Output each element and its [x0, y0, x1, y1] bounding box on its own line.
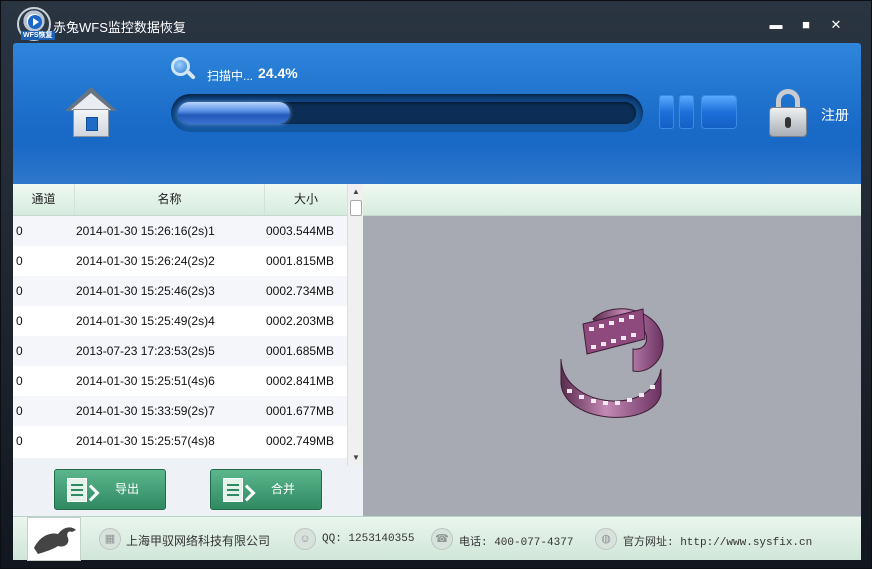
- table-row[interactable]: 0 2014-01-30 15:33:59(2s)7 0001.677MB: [13, 396, 347, 426]
- company-logo: [27, 517, 81, 561]
- table-row[interactable]: 0 2014-01-30 15:26:16(2s)1 0003.544MB: [13, 216, 347, 246]
- building-icon: ▦: [99, 528, 121, 550]
- lock-keyhole: [785, 117, 791, 128]
- cell-size: 0002.841MB: [266, 374, 335, 388]
- table-row[interactable]: 0 2014-01-30 15:25:51(4s)6 0002.841MB: [13, 366, 347, 396]
- video-preview-pane: [363, 184, 861, 516]
- stop-button[interactable]: [701, 95, 737, 129]
- column-header-channel[interactable]: 通道: [13, 184, 75, 215]
- minimize-button[interactable]: ▬: [766, 15, 786, 35]
- preview-header-strip: [363, 184, 861, 216]
- cell-channel: 0: [16, 404, 23, 418]
- cell-size: 0002.734MB: [266, 284, 335, 298]
- magnifier-handle: [186, 70, 196, 80]
- search-icon: [171, 57, 196, 81]
- phone-number: 电话: 400-077-4377: [459, 537, 574, 549]
- merge-button[interactable]: 合并: [210, 469, 322, 510]
- table-row[interactable]: 0 2014-01-30 15:25:46(2s)3 0002.734MB: [13, 276, 347, 306]
- horse-logo-icon: [34, 527, 76, 554]
- cell-name: 2014-01-30 15:25:49(2s)4: [76, 314, 215, 328]
- header-panel: 扫描中... 24.4% 注册: [13, 43, 861, 184]
- home-door: [86, 117, 98, 131]
- close-button[interactable]: ✕: [826, 15, 846, 35]
- cell-channel: 0: [16, 374, 23, 388]
- website-link[interactable]: 官方网址: http://www.sysfix.cn: [623, 533, 812, 549]
- export-button[interactable]: 导出: [54, 469, 166, 510]
- qq-number: QQ: 1253140355: [322, 533, 415, 545]
- pause-icon-right: [679, 95, 694, 129]
- cell-channel: 0: [16, 434, 23, 448]
- merge-icon: [223, 478, 256, 502]
- cell-name: 2014-01-30 15:25:51(4s)6: [76, 374, 215, 388]
- list-header: 通道 名称 大小: [13, 184, 347, 216]
- phone-icon: ☎: [431, 528, 453, 550]
- register-link[interactable]: 注册: [821, 105, 849, 125]
- cell-channel: 0: [16, 314, 23, 328]
- footer-bar: ▦ 上海甲驭网络科技有限公司 ☺ QQ: 1253140355 ☎ 电话: 40…: [13, 516, 861, 561]
- home-button[interactable]: [65, 87, 117, 141]
- table-row[interactable]: 0 2014-01-30 15:26:24(2s)2 0001.815MB: [13, 246, 347, 276]
- film-reel-icon: [560, 308, 664, 418]
- cell-size: 0002.203MB: [266, 314, 335, 328]
- cell-size: 0001.815MB: [266, 254, 335, 268]
- scroll-thumb[interactable]: [350, 200, 362, 216]
- progress-fill: [178, 102, 290, 124]
- company-name: 上海甲驭网络科技有限公司: [126, 534, 271, 548]
- cell-channel: 0: [16, 344, 23, 358]
- file-list: 0 2014-01-30 15:26:16(2s)1 0003.544MB 0 …: [13, 216, 347, 458]
- scan-percent: 24.4%: [258, 65, 298, 81]
- cell-channel: 0: [16, 224, 23, 238]
- qq-icon: ☺: [294, 528, 316, 550]
- progress-track-inner: [178, 102, 636, 124]
- cell-size: 0003.544MB: [266, 224, 335, 238]
- column-header-name[interactable]: 名称: [75, 184, 265, 215]
- globe-icon: ◍: [595, 528, 617, 550]
- cell-name: 2014-01-30 15:33:59(2s)7: [76, 404, 215, 418]
- cell-size: 0001.677MB: [266, 404, 335, 418]
- lock-body: [769, 107, 807, 137]
- cell-name: 2013-07-23 17:23:53(2s)5: [76, 344, 215, 358]
- pause-icon-left: [659, 95, 674, 129]
- table-row[interactable]: 0 2013-07-23 17:23:53(2s)5 0001.685MB: [13, 336, 347, 366]
- scroll-up-arrow-icon[interactable]: ▲: [348, 184, 364, 200]
- scroll-down-arrow-icon[interactable]: ▼: [348, 450, 364, 466]
- cell-size: 0002.749MB: [266, 434, 335, 448]
- home-roof-highlight: [71, 93, 111, 110]
- title-bar[interactable]: WFS恢复 赤兔WFS监控数据恢复 ▬ ■ ✕: [1, 1, 872, 43]
- merge-label: 合并: [271, 482, 296, 496]
- maximize-button[interactable]: ■: [796, 15, 816, 35]
- cell-name: 2014-01-30 15:25:57(4s)8: [76, 434, 215, 448]
- cell-name: 2014-01-30 15:26:16(2s)1: [76, 224, 215, 238]
- scan-progress-bar: [171, 94, 643, 132]
- cell-size: 0001.685MB: [266, 344, 335, 358]
- cell-channel: 0: [16, 254, 23, 268]
- export-icon: [67, 478, 100, 502]
- app-logo: WFS恢复: [17, 7, 55, 41]
- column-header-size[interactable]: 大小: [265, 184, 347, 215]
- cell-name: 2014-01-30 15:25:46(2s)3: [76, 284, 215, 298]
- file-list-panel: 通道 名称 大小 0 2014-01-30 15:26:16(2s)1 0003…: [13, 184, 363, 516]
- pause-button[interactable]: [659, 95, 695, 129]
- list-scrollbar[interactable]: ▲ ▼: [347, 184, 363, 466]
- cell-channel: 0: [16, 284, 23, 298]
- lock-icon[interactable]: [768, 89, 808, 137]
- scan-status-label: 扫描中...: [207, 69, 254, 83]
- play-icon: [28, 15, 42, 29]
- window-title: 赤兔WFS监控数据恢复: [53, 20, 186, 35]
- table-row[interactable]: 0 2014-01-30 15:25:57(4s)8 0002.749MB: [13, 426, 347, 456]
- cell-name: 2014-01-30 15:26:24(2s)2: [76, 254, 215, 268]
- table-row[interactable]: 0 2014-01-30 15:25:49(2s)4 0002.203MB: [13, 306, 347, 336]
- logo-tag: WFS恢复: [21, 31, 55, 40]
- export-label: 导出: [115, 482, 140, 496]
- home-body: [73, 109, 109, 137]
- app-window: WFS恢复 赤兔WFS监控数据恢复 ▬ ■ ✕ 扫描中... 24.4% 注册 …: [0, 0, 872, 569]
